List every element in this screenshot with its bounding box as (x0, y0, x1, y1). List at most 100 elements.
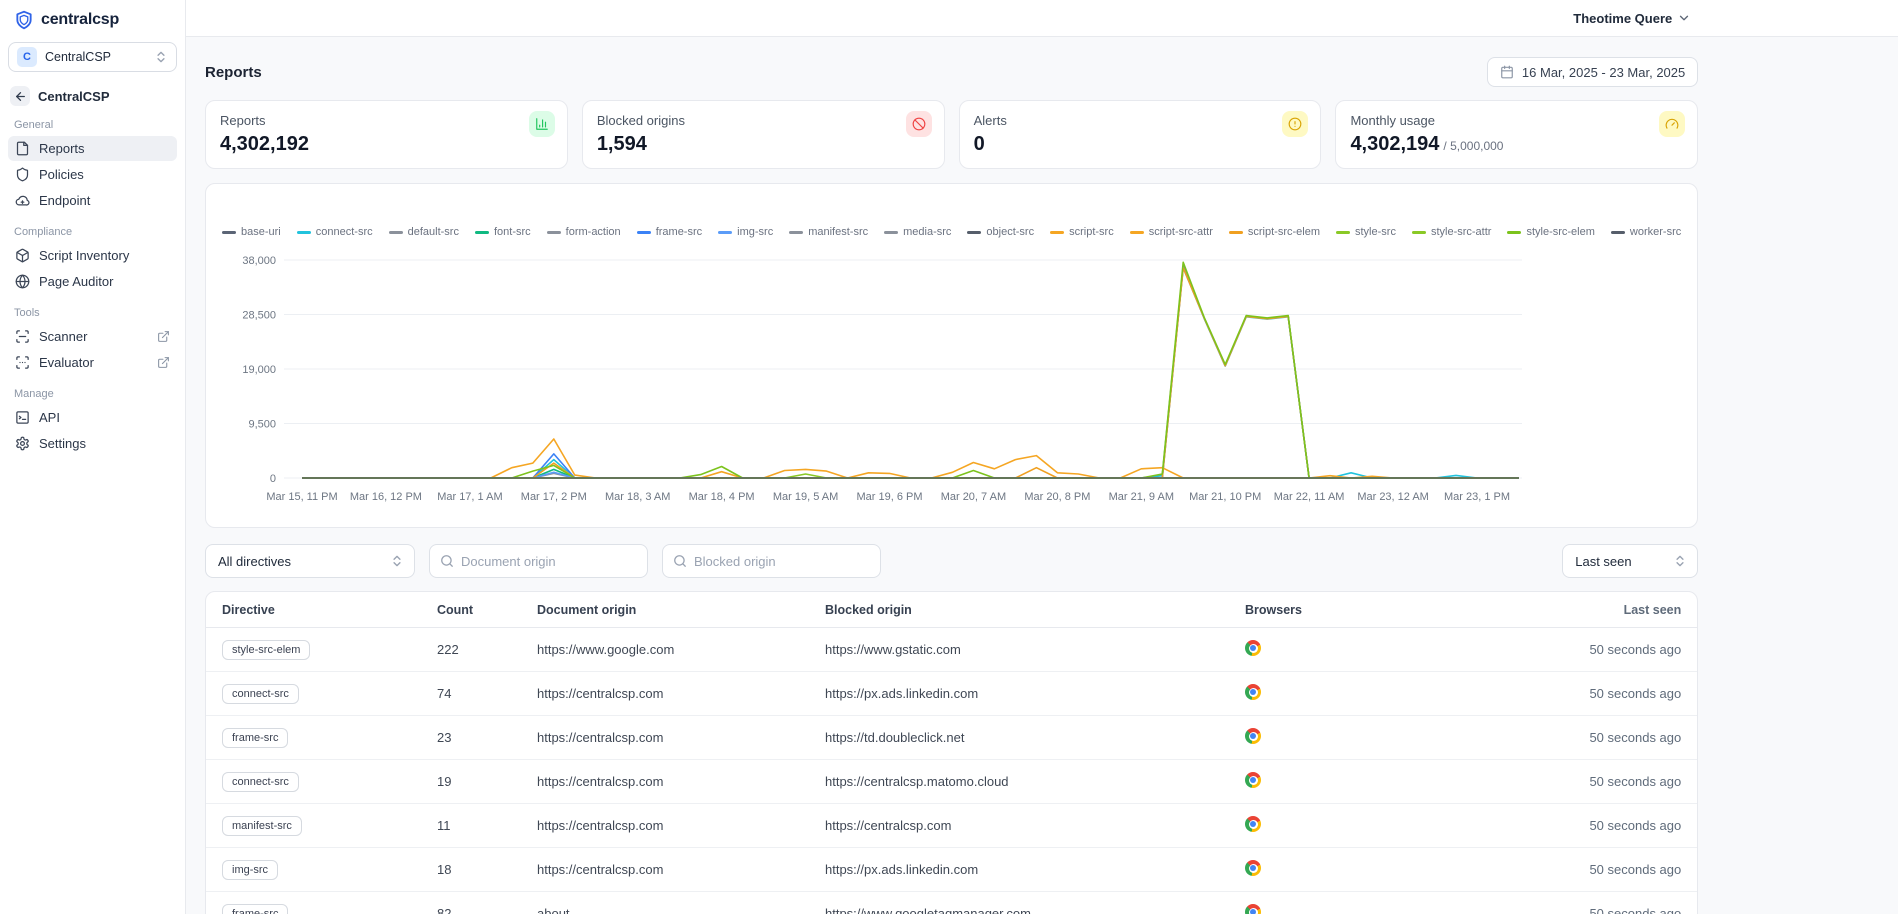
stat-value-suffix: / 5,000,000 (1443, 139, 1503, 153)
table-row[interactable]: frame-src82abouthttps://www.googletagman… (206, 892, 1697, 914)
legend-item-frame-src[interactable]: frame-src (637, 226, 702, 238)
sidebar-item-settings[interactable]: Settings (8, 431, 177, 456)
table-row[interactable]: connect-src74https://centralcsp.comhttps… (206, 672, 1697, 716)
legend-swatch (222, 231, 236, 234)
sidebar-section-label-manage: Manage (14, 388, 171, 400)
sidebar-item-label: Page Auditor (39, 274, 170, 289)
legend-item-script-src-attr[interactable]: script-src-attr (1130, 226, 1213, 238)
svg-text:Mar 20, 7 AM: Mar 20, 7 AM (941, 491, 1006, 503)
chevron-down-icon (1677, 11, 1691, 25)
calendar-icon (1500, 65, 1514, 79)
svg-text:19,000: 19,000 (242, 364, 276, 376)
directive-badge: frame-src (222, 728, 288, 748)
cell-document-origin: https://centralcsp.com (521, 686, 809, 701)
legend-item-base-uri[interactable]: base-uri (222, 226, 281, 238)
svg-text:Mar 23, 1 PM: Mar 23, 1 PM (1444, 491, 1510, 503)
legend-label: manifest-src (808, 226, 868, 238)
legend-item-object-src[interactable]: object-src (967, 226, 1034, 238)
table-row[interactable]: img-src18https://centralcsp.comhttps://p… (206, 848, 1697, 892)
table-row[interactable]: frame-src23https://centralcsp.comhttps:/… (206, 716, 1697, 760)
legend-item-form-action[interactable]: form-action (547, 226, 621, 238)
cell-count: 222 (421, 642, 521, 657)
legend-swatch (884, 231, 898, 234)
sidebar-item-endpoint[interactable]: Endpoint (8, 188, 177, 213)
legend-item-script-src-elem[interactable]: script-src-elem (1229, 226, 1320, 238)
legend-item-style-src-elem[interactable]: style-src-elem (1507, 226, 1594, 238)
back-button[interactable] (10, 86, 30, 106)
legend-label: form-action (566, 226, 621, 238)
legend-label: default-src (408, 226, 459, 238)
stat-card-blocked-origins: Blocked origins1,594 (582, 100, 945, 169)
sort-select[interactable]: Last seen (1562, 544, 1698, 578)
legend-swatch (475, 231, 489, 234)
legend-item-manifest-src[interactable]: manifest-src (789, 226, 868, 238)
legend-item-worker-src[interactable]: worker-src (1611, 226, 1681, 238)
legend-item-connect-src[interactable]: connect-src (297, 226, 373, 238)
directive-filter-select[interactable]: All directives (205, 544, 415, 578)
legend-item-font-src[interactable]: font-src (475, 226, 531, 238)
stat-label: Reports (220, 113, 553, 128)
directive-badge: style-src-elem (222, 640, 310, 660)
shield-icon (15, 167, 30, 182)
date-range-label: 16 Mar, 2025 - 23 Mar, 2025 (1522, 65, 1685, 80)
stat-value: 4,302,194/ 5,000,000 (1350, 133, 1683, 156)
legend-swatch (1229, 231, 1243, 234)
document-origin-input[interactable] (461, 554, 637, 569)
directive-badge: connect-src (222, 684, 299, 704)
column-header-blocked-origin: Blocked origin (809, 603, 1229, 617)
org-selector[interactable]: C CentralCSP (8, 42, 177, 72)
sidebar-item-label: Script Inventory (39, 248, 170, 263)
user-menu[interactable]: Theotime Quere (1573, 11, 1691, 26)
reports-line-chart[interactable]: 09,50019,00028,50038,000Mar 15, 11 PMMar… (222, 240, 1536, 520)
legend-label: base-uri (241, 226, 281, 238)
date-range-picker[interactable]: 16 Mar, 2025 - 23 Mar, 2025 (1487, 57, 1698, 87)
sidebar-item-api[interactable]: API (8, 405, 177, 430)
svg-text:28,500: 28,500 (242, 310, 276, 322)
cell-blocked-origin: https://centralcsp.matomo.cloud (809, 774, 1229, 789)
cell-directive: style-src-elem (206, 640, 421, 660)
cell-blocked-origin: https://www.googletagmanager.com (809, 906, 1229, 914)
legend-label: font-src (494, 226, 531, 238)
table-row[interactable]: style-src-elem222https://www.google.comh… (206, 628, 1697, 672)
sidebar-item-scanner[interactable]: Scanner (8, 324, 177, 349)
sidebar-item-reports[interactable]: Reports (8, 136, 177, 161)
directive-badge: manifest-src (222, 816, 302, 836)
legend-label: media-src (903, 226, 951, 238)
cell-count: 23 (421, 730, 521, 745)
legend-label: worker-src (1630, 226, 1681, 238)
cell-count: 19 (421, 774, 521, 789)
brand[interactable]: centralcsp (8, 0, 177, 38)
cell-last-seen: 50 seconds ago (1391, 862, 1697, 877)
page-head: Reports 16 Mar, 2025 - 23 Mar, 2025 (205, 57, 1698, 87)
stat-card-reports: Reports4,302,192 (205, 100, 568, 169)
legend-swatch (789, 231, 803, 234)
sidebar-item-evaluator[interactable]: Evaluator (8, 350, 177, 375)
legend-label: frame-src (656, 226, 702, 238)
brand-shield-icon (14, 10, 34, 30)
blocked-origin-input[interactable] (694, 554, 870, 569)
legend-item-img-src[interactable]: img-src (718, 226, 773, 238)
sidebar-item-policies[interactable]: Policies (8, 162, 177, 187)
sidebar-item-page-auditor[interactable]: Page Auditor (8, 269, 177, 294)
legend-item-style-src-attr[interactable]: style-src-attr (1412, 226, 1492, 238)
legend-item-media-src[interactable]: media-src (884, 226, 951, 238)
sidebar-section-label-compliance: Compliance (14, 226, 171, 238)
table-row[interactable]: connect-src19https://centralcsp.comhttps… (206, 760, 1697, 804)
legend-item-default-src[interactable]: default-src (389, 226, 459, 238)
sidebar-item-script-inventory[interactable]: Script Inventory (8, 243, 177, 268)
table-row[interactable]: manifest-src11https://centralcsp.comhttp… (206, 804, 1697, 848)
alert-icon (1282, 111, 1308, 137)
svg-text:Mar 19, 5 AM: Mar 19, 5 AM (773, 491, 838, 503)
sidebar-item-label: Endpoint (39, 193, 170, 208)
legend-label: style-src-attr (1431, 226, 1492, 238)
cell-document-origin: https://centralcsp.com (521, 774, 809, 789)
chrome-icon (1245, 684, 1261, 700)
cell-browsers (1229, 816, 1391, 835)
legend-label: style-src (1355, 226, 1396, 238)
legend-item-style-src[interactable]: style-src (1336, 226, 1396, 238)
cell-last-seen: 50 seconds ago (1391, 906, 1697, 914)
search-icon (673, 554, 687, 568)
sidebar-item-label: Policies (39, 167, 170, 182)
legend-item-script-src[interactable]: script-src (1050, 226, 1114, 238)
chrome-icon (1245, 640, 1261, 656)
